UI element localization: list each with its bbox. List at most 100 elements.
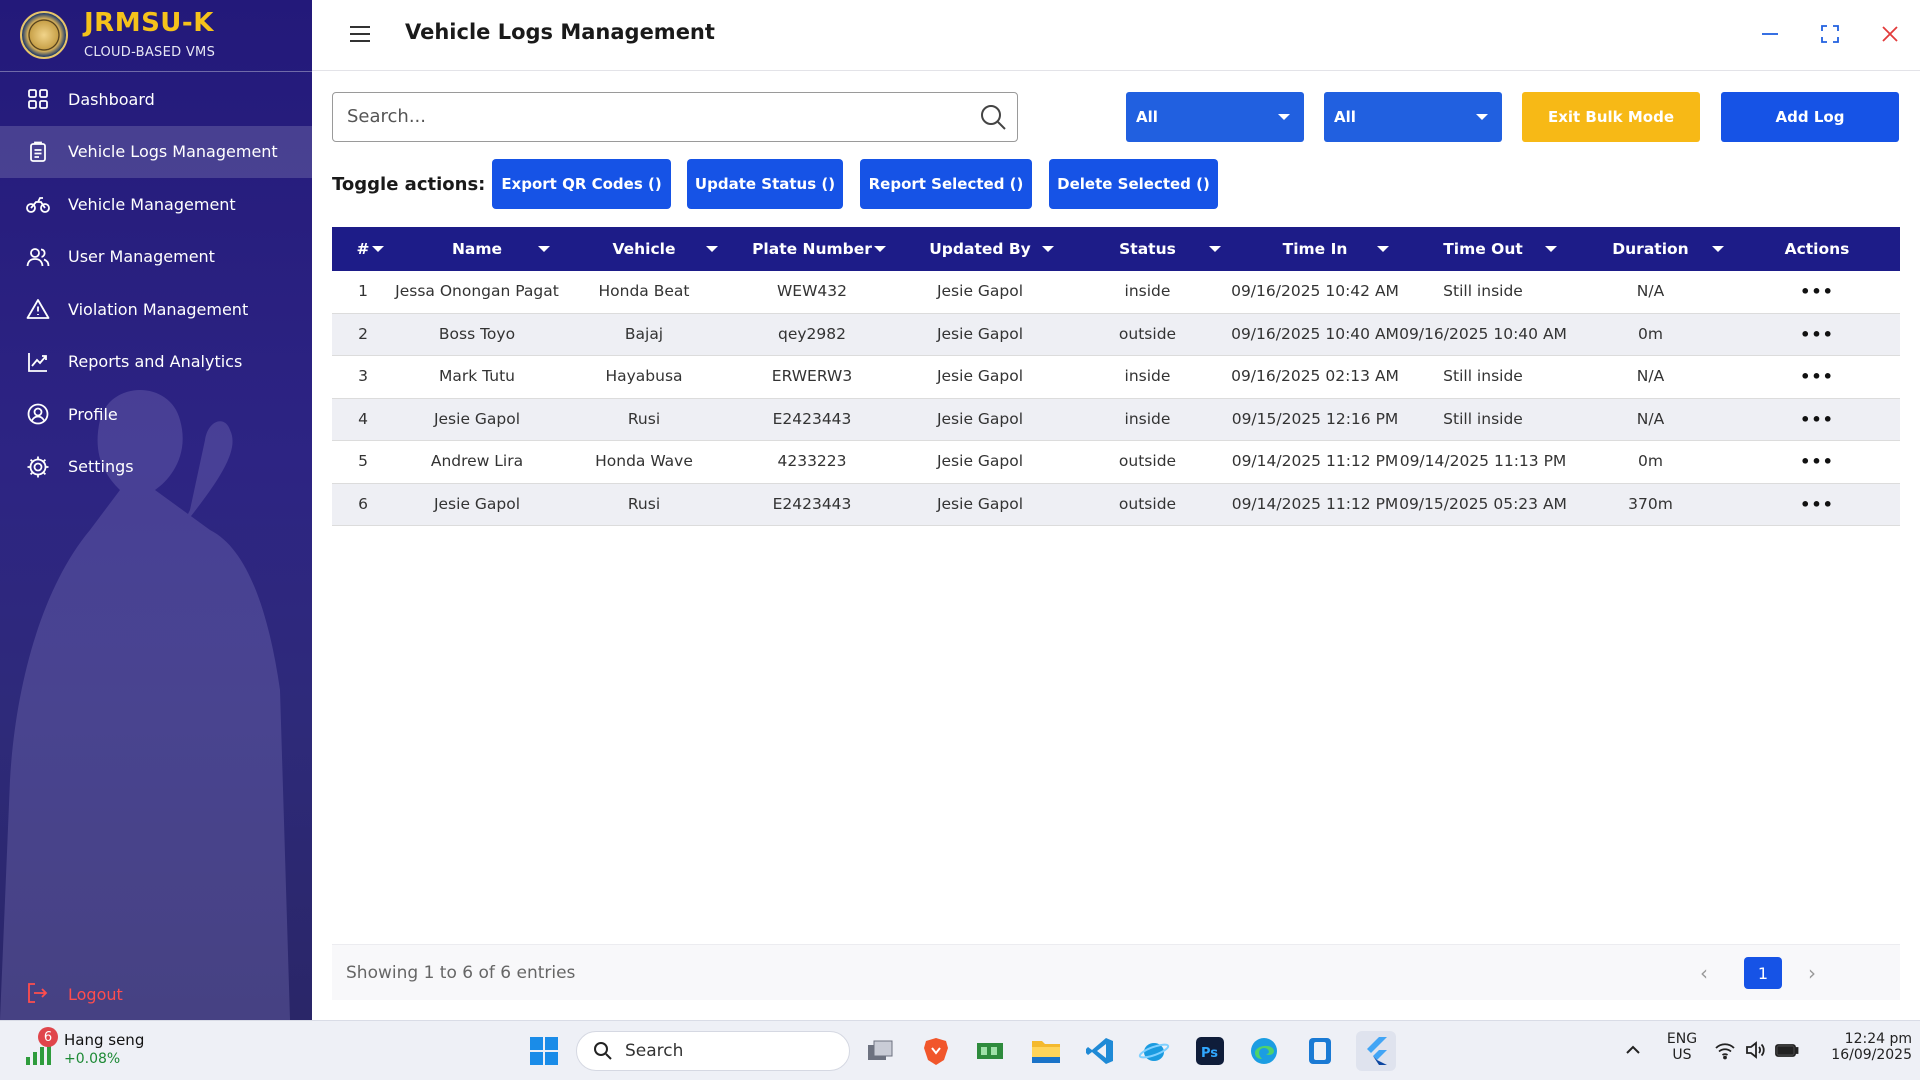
more-actions-icon[interactable]: ••• [1800, 411, 1834, 428]
column-header-status[interactable]: Status [1064, 227, 1231, 271]
clipboard-icon [26, 140, 50, 164]
cell-duration: N/A [1636, 282, 1665, 301]
widget-name[interactable]: Hang seng [64, 1031, 144, 1049]
sort-caret-icon[interactable] [706, 246, 718, 252]
column-header-duration[interactable]: Duration [1567, 227, 1734, 271]
current-page-button[interactable]: 1 [1744, 957, 1782, 989]
add-log-button[interactable]: Add Log [1721, 92, 1899, 142]
cell-actions: ••• [1734, 399, 1900, 441]
delete-selected-button[interactable]: Delete Selected () [1049, 159, 1218, 209]
language-indicator[interactable]: ENG US [1664, 1031, 1700, 1063]
more-actions-icon[interactable]: ••• [1800, 368, 1834, 385]
minimize-button[interactable] [1756, 20, 1784, 48]
table-row[interactable]: 3 Mark Tutu Hayabusa ERWERW3 Jesie Gapol insi… [332, 356, 1900, 399]
next-page-button[interactable]: › [1798, 959, 1826, 987]
table-row[interactable]: 4 Jesie Gapol Rusi E2423443 Jesie Gapol insid… [332, 398, 1900, 441]
status-filter-select[interactable]: All [1126, 92, 1304, 142]
motorcycle-icon [26, 192, 50, 216]
cell-updated-by: Jesie Gapol [936, 409, 1024, 428]
column-header-updated-by[interactable]: Updated By [896, 227, 1064, 271]
sort-caret-icon[interactable] [1042, 246, 1054, 252]
cell-row-number: 1 [358, 282, 368, 301]
sidebar-item-settings[interactable]: Settings [0, 441, 312, 494]
top-bar: Vehicle Logs Management [312, 0, 1920, 71]
type-filter-select[interactable]: All [1324, 92, 1502, 142]
cell-time-in: 09/15/2025 12:16 PM [1231, 409, 1399, 428]
system-tray-icons[interactable] [1714, 1039, 1810, 1063]
more-actions-icon[interactable]: ••• [1800, 326, 1834, 343]
cell-status: inside [1124, 282, 1171, 301]
sort-caret-icon[interactable] [538, 246, 550, 252]
sidebar-item-dashboard[interactable]: Dashboard [0, 73, 312, 126]
phone-link-icon[interactable] [1300, 1031, 1340, 1071]
sidebar-item-label: Dashboard [68, 89, 155, 109]
table-row[interactable]: 6 Jesie Gapol Rusi E2423443 Jesie Gapol outsi… [332, 483, 1900, 526]
previous-page-button[interactable]: ‹ [1690, 959, 1718, 987]
sidebar-item-profile[interactable]: Profile [0, 388, 312, 441]
column-header-time-out[interactable]: Time Out [1399, 227, 1567, 271]
more-actions-icon[interactable]: ••• [1800, 496, 1834, 513]
flutter-app-icon[interactable] [1356, 1031, 1396, 1071]
sidebar-item-vehicle-logs[interactable]: Vehicle Logs Management [0, 125, 312, 178]
cell-status: outside [1118, 452, 1177, 471]
report-selected-button[interactable]: Report Selected () [860, 159, 1032, 209]
cell-updated-by: Jesie Gapol [936, 494, 1024, 513]
sidebar-item-label: Reports and Analytics [68, 352, 243, 372]
more-actions-icon[interactable]: ••• [1800, 283, 1834, 300]
more-actions-icon[interactable]: ••• [1800, 453, 1834, 470]
sidebar-item-violation-management[interactable]: Violation Management [0, 283, 312, 336]
cell-vehicle: Bajaj [624, 324, 664, 343]
sidebar-item-label: Profile [68, 404, 118, 424]
sort-caret-icon[interactable] [874, 246, 886, 252]
cell-duration: 0m [1638, 324, 1663, 343]
export-qr-codes-button[interactable]: Export QR Codes () [492, 159, 671, 209]
table-row[interactable]: 5 Andrew Lira Honda Wave 4233223 Jesie Gapol… [332, 441, 1900, 484]
windows-start-icon[interactable] [524, 1031, 564, 1071]
file-explorer-icon[interactable] [1026, 1031, 1066, 1071]
sidebar-item-reports-analytics[interactable]: Reports and Analytics [0, 336, 312, 389]
brave-browser-icon[interactable] [916, 1031, 956, 1071]
cell-row-number: 3 [358, 367, 368, 386]
clock[interactable]: 12:24 pm 16/09/2025 [1812, 1031, 1912, 1063]
cell-updated-by: Jesie Gapol [936, 452, 1024, 471]
region-code: US [1672, 1047, 1692, 1063]
close-button[interactable] [1876, 20, 1904, 48]
photoshop-icon[interactable]: Ps [1190, 1031, 1230, 1071]
sort-caret-icon[interactable] [1712, 246, 1724, 252]
vscode-icon[interactable] [1080, 1031, 1120, 1071]
chevron-up-icon[interactable] [1622, 1039, 1644, 1061]
cell-duration: N/A [1636, 367, 1665, 386]
sidebar-item-label: User Management [68, 247, 215, 267]
search-icon[interactable] [979, 103, 1007, 131]
column-header-name[interactable]: Name [394, 227, 560, 271]
table-row[interactable]: 1 Jessa Onongan Pagat Honda Beat WEW432 Jesi… [332, 271, 1900, 314]
column-header-time-in[interactable]: Time In [1231, 227, 1399, 271]
sidebar-item-label: Vehicle Logs Management [68, 142, 278, 162]
cell-plate-number: qey2982 [778, 324, 846, 343]
search-input[interactable] [347, 93, 947, 139]
sort-caret-icon[interactable] [1209, 246, 1221, 252]
browser-app-icon[interactable] [1134, 1031, 1174, 1071]
gpu-app-icon[interactable] [970, 1031, 1010, 1071]
hamburger-menu-icon[interactable] [348, 22, 372, 46]
column-header-vehicle[interactable]: Vehicle [560, 227, 728, 271]
logout-button[interactable]: Logout [26, 982, 123, 1006]
sort-caret-icon[interactable] [1545, 246, 1557, 252]
sort-caret-icon[interactable] [1377, 246, 1389, 252]
task-view-icon[interactable] [860, 1031, 900, 1071]
update-status-button[interactable]: Update Status () [687, 159, 843, 209]
exit-bulk-mode-button[interactable]: Exit Bulk Mode [1522, 92, 1700, 142]
taskbar-search[interactable]: Search [576, 1031, 850, 1071]
column-header-plate-number[interactable]: Plate Number [728, 227, 896, 271]
table-row[interactable]: 2 Boss Toyo Bajaj qey2982 Jesie Gapol outside… [332, 313, 1900, 356]
sort-caret-icon[interactable] [372, 246, 384, 252]
maximize-button[interactable] [1816, 20, 1844, 48]
sidebar-item-user-management[interactable]: User Management [0, 231, 312, 284]
sidebar-item-vehicle-management[interactable]: Vehicle Management [0, 178, 312, 231]
edge-browser-icon[interactable] [1244, 1031, 1284, 1071]
cell-plate-number: E2423443 [772, 409, 852, 428]
sidebar-nav: Dashboard Vehicle Logs Management Vehicl… [0, 73, 312, 493]
column-header-number[interactable]: # [332, 227, 394, 271]
stock-widget-icon[interactable]: 6 [24, 1027, 58, 1067]
cell-plate-number: E2423443 [772, 494, 852, 513]
